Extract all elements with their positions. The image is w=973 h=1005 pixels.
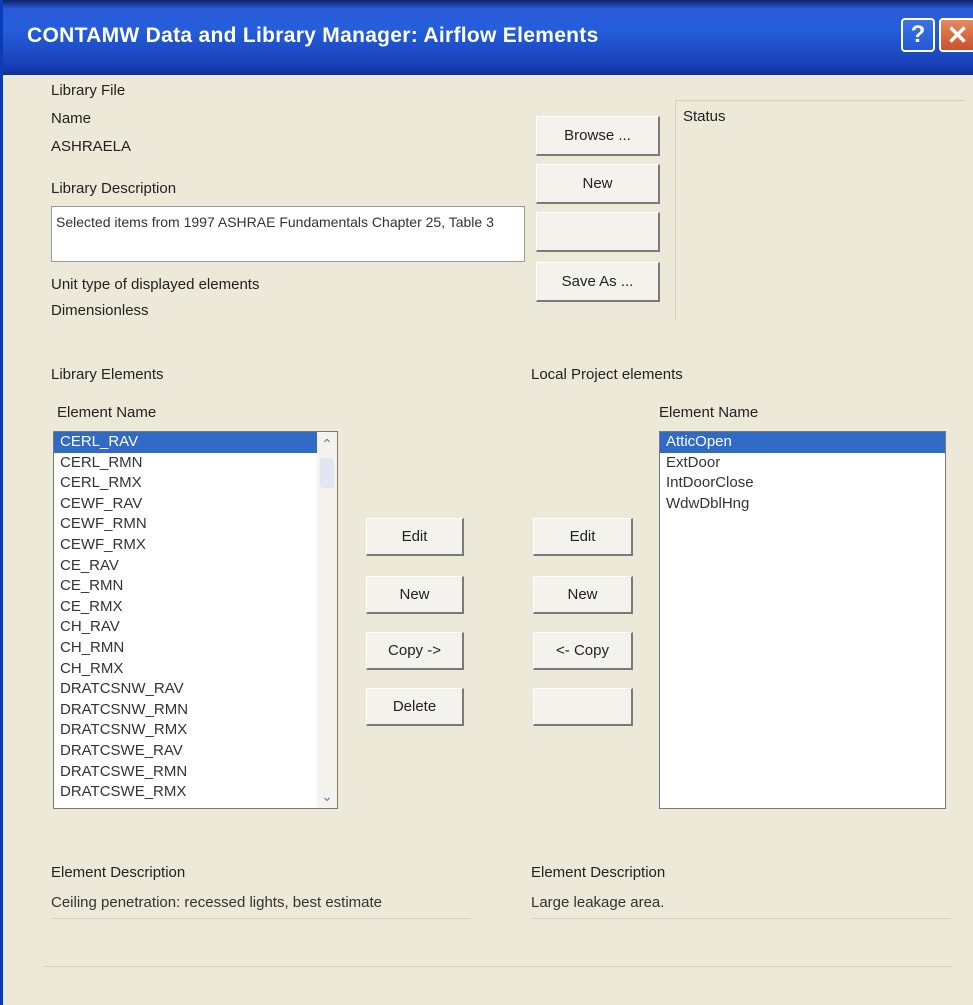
copy-to-library-button[interactable]: <- Copy xyxy=(533,632,633,670)
project-new-button[interactable]: New xyxy=(533,576,633,614)
library-description-field[interactable]: Selected items from 1997 ASHRAE Fundamen… xyxy=(51,206,525,262)
scroll-up-icon[interactable]: ⌃ xyxy=(319,436,335,452)
list-item[interactable]: DRATCSNW_RAV xyxy=(54,679,317,700)
list-item[interactable]: CEWF_RAV xyxy=(54,494,317,515)
list-item[interactable]: IntDoorClose xyxy=(660,473,945,494)
library-name-value: ASHRAELA xyxy=(51,138,132,155)
list-item[interactable]: CH_RMN xyxy=(54,638,317,659)
list-item[interactable]: DRATCSWE_RMX xyxy=(54,782,317,803)
project-element-description-value: Large leakage area. xyxy=(531,894,665,911)
save-as-button[interactable]: Save As ... xyxy=(536,262,660,302)
list-item[interactable]: AtticOpen xyxy=(660,432,945,453)
bottom-divider xyxy=(43,966,953,967)
title-bar[interactable]: CONTAMW Data and Library Manager: Airflo… xyxy=(3,0,973,75)
project-element-description-label: Element Description xyxy=(531,864,666,881)
scroll-down-icon[interactable]: ⌄ xyxy=(319,788,335,804)
project-description-divider xyxy=(531,918,951,919)
project-items-container: AtticOpen ExtDoor IntDoorClose WdwDblHng xyxy=(660,432,945,514)
library-description-label: Library Description xyxy=(51,180,177,197)
unit-type-label: Unit type of displayed elements xyxy=(51,276,260,293)
list-item[interactable]: DRATCSWE_RMN xyxy=(54,762,317,783)
project-delete-button[interactable] xyxy=(533,688,633,726)
library-element-description-value: Ceiling penetration: recessed lights, be… xyxy=(51,894,383,911)
list-item[interactable]: CE_RMX xyxy=(54,597,317,618)
library-delete-button[interactable]: Delete xyxy=(366,688,464,726)
save-library-button[interactable] xyxy=(536,212,660,252)
help-button[interactable]: ? xyxy=(901,18,935,52)
list-item[interactable]: ExtDoor xyxy=(660,453,945,474)
library-list-scrollbar[interactable]: ⌃ ⌄ xyxy=(317,432,337,808)
list-item[interactable]: DRATCSNW_RMX xyxy=(54,720,317,741)
library-element-description-label: Element Description xyxy=(51,864,186,881)
list-item[interactable]: CEWF_RMX xyxy=(54,535,317,556)
project-elements-label: Local Project elements xyxy=(531,366,683,383)
list-item[interactable]: CH_RMX xyxy=(54,659,317,680)
library-description-divider xyxy=(51,918,471,919)
help-icon: ? xyxy=(910,21,926,48)
close-icon: ✕ xyxy=(946,19,969,50)
list-item[interactable]: CERL_RMX xyxy=(54,473,317,494)
list-item[interactable]: CEWF_RMN xyxy=(54,514,317,535)
library-file-label: Library File xyxy=(51,82,126,99)
library-new-button[interactable]: New xyxy=(366,576,464,614)
window-title: CONTAMW Data and Library Manager: Airflo… xyxy=(27,24,599,47)
list-item[interactable]: CERL_RAV xyxy=(54,432,317,453)
list-item[interactable]: CERL_RMN xyxy=(54,453,317,474)
list-item[interactable]: DRATCSNW_RMN xyxy=(54,700,317,721)
library-name-label: Name xyxy=(51,110,92,127)
scroll-thumb[interactable] xyxy=(320,458,334,488)
library-elements-list[interactable]: CERL_RAV CERL_RMN CERL_RMX CEWF_RAV CEWF_RMN… xyxy=(53,431,338,809)
unit-type-value: Dimensionless xyxy=(51,302,149,319)
list-item[interactable]: WdwDblHng xyxy=(660,494,945,515)
status-panel xyxy=(675,100,965,320)
list-item[interactable]: CH_RAV xyxy=(54,617,317,638)
library-elements-label: Library Elements xyxy=(51,366,164,383)
browse-button[interactable]: Browse ... xyxy=(536,116,660,156)
project-edit-button[interactable]: Edit xyxy=(533,518,633,556)
project-column-header: Element Name xyxy=(659,404,759,421)
new-library-button[interactable]: New xyxy=(536,164,660,204)
list-item[interactable]: CE_RAV xyxy=(54,556,317,577)
copy-to-project-button[interactable]: Copy -> xyxy=(366,632,464,670)
close-button[interactable]: ✕ xyxy=(939,18,973,52)
library-manager-window: CONTAMW Data and Library Manager: Airflo… xyxy=(0,0,973,1005)
list-item[interactable]: DRATCSWE_RAV xyxy=(54,741,317,762)
library-column-header: Element Name xyxy=(57,404,157,421)
library-items-container: CERL_RAV CERL_RMN CERL_RMX CEWF_RAV CEWF_RMN… xyxy=(54,432,317,803)
list-item[interactable]: CE_RMN xyxy=(54,576,317,597)
project-elements-list[interactable]: AtticOpen ExtDoor IntDoorClose WdwDblHng xyxy=(659,431,946,809)
library-edit-button[interactable]: Edit xyxy=(366,518,464,556)
